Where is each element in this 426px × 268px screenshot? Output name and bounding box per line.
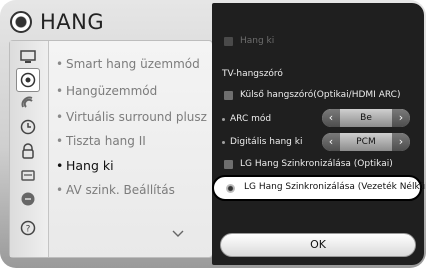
- lg-wireless-option[interactable]: LG Hang Szinkronizálása (Vezeték Nélkül): [212, 175, 426, 201]
- bullet: [222, 118, 225, 121]
- sound-icon[interactable]: [16, 68, 40, 92]
- bullet: •: [56, 84, 64, 98]
- svg-text:?: ?: [26, 225, 31, 235]
- menu-item-label: Hang ki: [66, 158, 114, 173]
- menu-item-sound-mode[interactable]: • Hangüzemmód: [56, 82, 157, 100]
- lg-optical-label: LG Hang Szinkronizálása (Optikai): [240, 159, 393, 169]
- arc-mode-label: ARC mód: [230, 114, 272, 124]
- time-icon[interactable]: [17, 116, 39, 138]
- menu-item-label: Virtuális surround plusz: [66, 110, 207, 124]
- external-speaker-checkbox[interactable]: [224, 91, 233, 100]
- picture-icon[interactable]: [17, 46, 39, 68]
- category-column: ?: [10, 41, 49, 257]
- digital-out-label: Digitális hang ki: [230, 137, 303, 147]
- lg-wireless-label: LG Hang Szinkronizálása (Vezeték Nélkül): [244, 182, 426, 192]
- sound-icon: [10, 11, 32, 33]
- arc-mode-selector[interactable]: ‹ Be ›: [322, 109, 410, 127]
- digital-out-selector[interactable]: ‹ PCM ›: [322, 133, 410, 151]
- menu-item-label: Tiszta hang II: [66, 134, 146, 148]
- menu-item-sound-out[interactable]: • Hang ki: [56, 157, 114, 175]
- lg-optical-checkbox[interactable]: [224, 160, 233, 169]
- arc-mode-value: Be: [360, 113, 372, 123]
- network-icon[interactable]: [17, 92, 39, 114]
- hang-ki-label: Hang ki: [240, 36, 275, 46]
- tv-speaker-label[interactable]: TV-hangszóró: [222, 69, 283, 79]
- chevron-down-icon[interactable]: [172, 227, 184, 239]
- bullet: •: [56, 134, 64, 148]
- bullet: •: [56, 158, 64, 173]
- menu-item-virtual-surround[interactable]: • Virtuális surround plusz: [56, 108, 207, 126]
- support-icon[interactable]: [17, 188, 39, 210]
- menu-header: HANG: [10, 6, 104, 38]
- menu-item-clear-voice[interactable]: • Tiszta hang II: [56, 132, 146, 150]
- chevron-right-icon[interactable]: ›: [392, 133, 410, 151]
- bullet: •: [56, 57, 64, 71]
- menu-item-label: Smart hang üzemmód: [66, 57, 200, 71]
- menu-item-label: Hangüzemmód: [66, 84, 158, 98]
- sound-out-submenu: Hang ki TV-hangszóró Külső hangszóró(Opt…: [212, 3, 426, 265]
- chevron-left-icon[interactable]: ‹: [322, 133, 340, 151]
- external-speaker-label: Külső hangszóró(Optikai/HDMI ARC): [240, 90, 401, 100]
- chevron-left-icon[interactable]: ‹: [322, 109, 340, 127]
- bullet: •: [56, 110, 64, 124]
- radio-icon: [226, 184, 235, 193]
- help-icon[interactable]: ?: [17, 217, 39, 239]
- lock-icon[interactable]: [17, 140, 39, 162]
- menu-item-smart-sound[interactable]: • Smart hang üzemmód: [56, 55, 200, 73]
- menu-title: HANG: [40, 10, 105, 34]
- sound-menu-panel: ? • Smart hang üzemmód • Hangüzemmód • Virt…: [9, 40, 213, 258]
- digital-out-value: PCM: [356, 137, 376, 147]
- bullet: •: [56, 183, 64, 197]
- menu-item-label: AV szink. Beállítás: [66, 183, 175, 197]
- option-icon[interactable]: [17, 164, 39, 186]
- chevron-right-icon[interactable]: ›: [392, 109, 410, 127]
- settings-window: HANG ? • Smart hang üzemmód • Hangüzemmó…: [0, 0, 426, 268]
- ok-button[interactable]: OK: [220, 233, 416, 257]
- hang-ki-checkbox[interactable]: [224, 37, 233, 46]
- bullet: [222, 141, 225, 144]
- menu-item-av-sync[interactable]: • AV szink. Beállítás: [56, 181, 175, 199]
